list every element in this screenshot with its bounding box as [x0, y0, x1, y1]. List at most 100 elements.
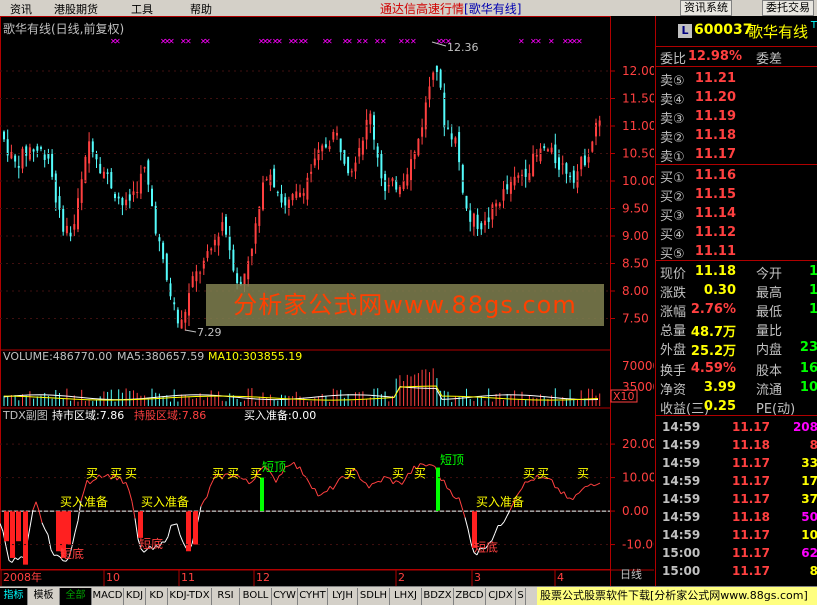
- candle-body: [3, 131, 5, 140]
- candle-body: [91, 141, 94, 153]
- sell-row[interactable]: 卖① 11.17: [656, 145, 817, 165]
- candle-body: [143, 167, 146, 169]
- tab-bdzx[interactable]: BDZX: [422, 588, 454, 605]
- sell-row[interactable]: 卖④ 11.20: [656, 88, 817, 108]
- tab-sdlh[interactable]: SDLH: [358, 588, 390, 605]
- tdx-line: [359, 478, 364, 482]
- tick-volume: 8: [809, 438, 817, 452]
- tdx-line: [584, 485, 589, 488]
- tdx-line: [17, 556, 22, 561]
- tab-cjdx[interactable]: CJDX: [486, 588, 516, 605]
- stat-label: 外盘: [660, 343, 687, 358]
- tdx-line: [371, 482, 376, 485]
- candle-body: [295, 191, 298, 198]
- tab-kdj[interactable]: KDJ: [124, 588, 146, 605]
- buy-row[interactable]: 买④ 11.12: [656, 223, 817, 243]
- tdx-line: [302, 474, 307, 478]
- order-price: 11.16: [694, 168, 736, 183]
- menu-item-help[interactable]: 帮助: [190, 1, 212, 17]
- date-label: 4: [557, 571, 564, 584]
- tdx-line: [98, 474, 103, 479]
- candle-body: [539, 148, 542, 162]
- stat-value: 2.76%: [690, 302, 736, 317]
- info-system-button[interactable]: 资讯系统: [680, 0, 732, 16]
- tab-macd[interactable]: MACD: [92, 588, 124, 605]
- trade-button[interactable]: 委托交易: [762, 0, 814, 16]
- candle-body: [180, 319, 183, 329]
- ad-banner[interactable]: 股票公式股票软件下载[分析家公式网www.88gs.com]: [537, 587, 817, 605]
- tab-cyht[interactable]: CYHT: [298, 588, 328, 605]
- order-price: 11.18: [694, 128, 736, 143]
- tdx-line: [29, 509, 34, 528]
- tdx-line: [209, 480, 214, 487]
- tab-boll[interactable]: BOLL: [240, 588, 272, 605]
- tick-row: 14:59 11.17 37: [656, 490, 817, 508]
- high-label: 12.36: [447, 41, 479, 54]
- candle-body: [324, 144, 327, 148]
- date-label: 10: [106, 571, 120, 584]
- tab-s[interactable]: S: [516, 588, 526, 605]
- candle-body: [43, 154, 46, 160]
- candle-body: [236, 273, 239, 284]
- candle-body: [480, 223, 483, 230]
- tick-volume: 62: [801, 546, 817, 560]
- stat-row: 换手 4.59% 股本 16: [656, 359, 817, 379]
- sell-row[interactable]: 卖⑤ 11.21: [656, 69, 817, 89]
- tdx-line: [332, 484, 337, 490]
- order-label: 卖⑤: [660, 74, 685, 89]
- sell-row[interactable]: 卖② 11.18: [656, 126, 817, 146]
- tdx-line: [521, 481, 526, 489]
- candle-body: [587, 156, 590, 163]
- tab-指标[interactable]: 指标: [0, 588, 28, 605]
- tick-row: 14:59 11.17 10: [656, 526, 817, 544]
- tab-模板[interactable]: 模板: [28, 588, 60, 605]
- tab-rsi[interactable]: RSI: [212, 588, 240, 605]
- tdx-line: [590, 483, 595, 487]
- tick-row: 14:59 11.17 33: [656, 454, 817, 472]
- stat-value: 3.99: [703, 380, 736, 395]
- price-tick: 11.00: [622, 119, 654, 133]
- sell-row[interactable]: 卖③ 11.19: [656, 107, 817, 127]
- candle-body: [10, 151, 13, 159]
- candle-body: [576, 171, 579, 188]
- buy-row[interactable]: 买① 11.16: [656, 166, 817, 186]
- menu-item-hk-futures[interactable]: 港股期货: [54, 1, 98, 17]
- signal-mark: ✕: [576, 37, 583, 46]
- menu-item-tools[interactable]: 工具: [131, 1, 153, 17]
- tdx-buy-label: 买入准备:0.00: [244, 408, 316, 422]
- tab-lyjh[interactable]: LYJH: [328, 588, 358, 605]
- candle-body: [498, 203, 501, 207]
- tdx-line: [44, 529, 49, 536]
- tdx-line: [323, 490, 328, 493]
- tdx-line: [128, 490, 133, 502]
- order-price: 11.12: [694, 225, 736, 240]
- tab-zbcd[interactable]: ZBCD: [454, 588, 486, 605]
- order-label: 卖④: [660, 93, 685, 108]
- tab-全部[interactable]: 全部: [60, 588, 92, 605]
- tdx-line: [293, 462, 298, 470]
- candle-body: [114, 193, 116, 199]
- candle-body: [413, 151, 416, 160]
- stat-label: 换手: [660, 364, 687, 379]
- tab-kd[interactable]: KD: [146, 588, 168, 605]
- tdx-line: [326, 485, 331, 492]
- candle-body: [447, 127, 449, 129]
- menu-item-news[interactable]: 资讯: [10, 1, 32, 17]
- tab-lhxj[interactable]: LHXJ: [390, 588, 422, 605]
- tdx-line: [380, 476, 385, 483]
- stock-header: L 600037 歌华有线 T: [656, 16, 817, 46]
- buy-row[interactable]: 买② 11.15: [656, 185, 817, 205]
- buy-row[interactable]: 买⑤ 11.11: [656, 242, 817, 262]
- candle-body: [262, 182, 264, 210]
- top-signal: 短顶: [262, 460, 286, 474]
- bottom-bar: 指标 模板 全部 MACD KDJ KD KDJ-TDX RSI BOLL CYW CYHT LYJH…: [0, 586, 817, 605]
- buy-row[interactable]: 买③ 11.14: [656, 204, 817, 224]
- tick-time: 14:59: [662, 528, 701, 542]
- tdx-line: [560, 491, 565, 495]
- candle-body: [25, 146, 28, 156]
- chart-area[interactable]: 歌华有线(日线,前复权) 12.36 7.29 VOLUME:486770.00…: [0, 16, 661, 586]
- tab-kdj-tdx[interactable]: KDJ-TDX: [168, 588, 212, 605]
- tdx-line: [320, 491, 325, 496]
- tab-cyw[interactable]: CYW: [272, 588, 298, 605]
- stat-label: 现价: [660, 267, 687, 282]
